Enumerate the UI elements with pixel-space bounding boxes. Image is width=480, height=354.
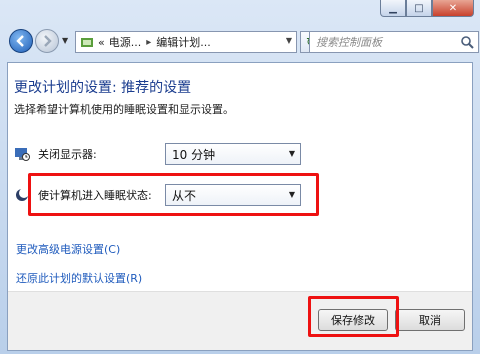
button-bar: 保存修改 取消 — [8, 291, 472, 350]
search-icon[interactable] — [460, 35, 474, 49]
search-placeholder: 搜索控制面板 — [316, 36, 382, 49]
display-off-label: 关闭显示器: — [38, 148, 97, 161]
control-panel-icon — [81, 38, 93, 47]
navigation-bar: ▼ « 电源... ▸ 编辑计划... ▼ ↻ 搜索控制面板 — [7, 27, 479, 57]
address-bar[interactable]: « 电源... ▸ 编辑计划... ▼ — [75, 31, 297, 53]
chevron-down-icon: ▼ — [288, 149, 295, 158]
save-highlight-box — [308, 296, 399, 337]
forward-button[interactable] — [35, 29, 59, 53]
display-off-select[interactable]: 10 分钟 ▼ — [165, 143, 301, 165]
monitor-clock-icon — [15, 148, 30, 161]
display-off-row: 关闭显示器: — [14, 143, 97, 165]
minimize-button[interactable]: ▁ — [380, 0, 406, 17]
restore-defaults-link[interactable]: 还原此计划的默认设置(R) — [16, 270, 142, 286]
breadcrumb-prefix[interactable]: « — [98, 36, 105, 49]
breadcrumb-item-edit-plan[interactable]: 编辑计划... — [156, 34, 211, 50]
breadcrumb-separator-icon[interactable]: ▸ — [146, 37, 151, 48]
display-off-value: 10 分钟 — [172, 147, 216, 162]
maximize-button[interactable]: □ — [406, 0, 432, 17]
arrow-right-icon — [44, 35, 52, 47]
maximize-icon: □ — [414, 2, 424, 14]
minimize-icon: ▁ — [389, 2, 397, 14]
arrow-left-icon — [16, 35, 24, 47]
cancel-button[interactable]: 取消 — [395, 309, 465, 331]
search-input[interactable]: 搜索控制面板 — [309, 31, 479, 53]
window-frame: ▁ □ ✕ ▼ « 电源... ▸ 编辑计划... ▼ ↻ 搜索控制面板 更改计… — [0, 0, 480, 354]
breadcrumb-item-power[interactable]: 电源... — [109, 34, 142, 50]
close-button[interactable]: ✕ — [432, 0, 474, 17]
page-subtitle: 选择希望计算机使用的睡眠设置和显示设置。 — [14, 103, 234, 116]
title-bar-buttons: ▁ □ ✕ — [380, 0, 474, 18]
close-icon: ✕ — [448, 2, 458, 14]
back-button[interactable] — [9, 29, 33, 53]
address-dropdown-icon[interactable]: ▼ — [286, 36, 292, 45]
advanced-power-settings-link[interactable]: 更改高级电源设置(C) — [16, 241, 120, 257]
sleep-highlight-box — [28, 173, 319, 216]
page-title: 更改计划的设置: 推荐的设置 — [14, 80, 192, 96]
content-pane: 更改计划的设置: 推荐的设置 选择希望计算机使用的睡眠设置和显示设置。 关闭显示… — [7, 62, 473, 351]
history-dropdown-icon[interactable]: ▼ — [62, 36, 68, 45]
